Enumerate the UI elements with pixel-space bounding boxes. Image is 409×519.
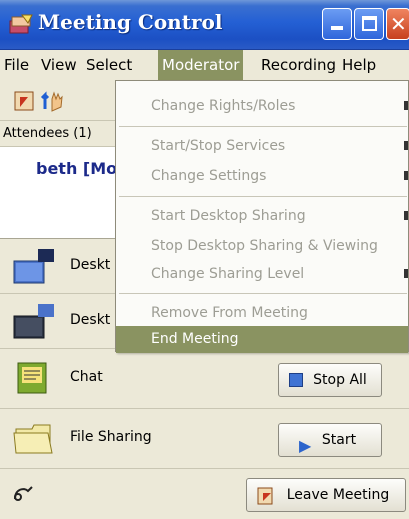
menu-select[interactable]: Select <box>82 50 136 80</box>
maximize-button[interactable] <box>354 8 384 40</box>
close-button[interactable]: ✕ <box>386 8 409 40</box>
menu-item-change-sharing-level[interactable]: Change Sharing Level <box>116 259 408 289</box>
menu-view[interactable]: View <box>37 50 81 80</box>
menu-separator <box>119 196 407 197</box>
menu-item-change-rights-roles[interactable]: Change Rights/Roles <box>116 91 408 121</box>
menu-item-remove-from-meeting[interactable]: Remove From Meeting <box>116 298 408 328</box>
raise-hand-icon[interactable] <box>40 89 64 113</box>
minimize-button[interactable] <box>322 8 352 40</box>
stop-all-button[interactable]: Stop All <box>278 363 382 397</box>
submenu-arrow-icon <box>404 171 408 180</box>
menu-item-change-settings[interactable]: Change Settings <box>116 161 408 191</box>
leave-icon <box>257 487 273 505</box>
service-label: Deskt <box>70 257 111 273</box>
submenu-arrow-icon <box>404 141 408 150</box>
menu-moderator[interactable]: Moderator <box>158 50 244 80</box>
moderator-menu: Change Rights/Roles Start/Stop Services … <box>115 80 409 353</box>
menu-item-end-meeting[interactable]: End Meeting <box>116 326 408 353</box>
leave-meeting-button[interactable]: Leave Meeting <box>246 478 406 512</box>
menu-item-start-desktop-sharing[interactable]: Start Desktop Sharing <box>116 201 408 231</box>
app-icon <box>9 14 33 34</box>
folder-icon <box>13 424 53 454</box>
connection-icon <box>14 486 33 501</box>
play-icon: ▶ <box>299 436 312 455</box>
presenter-icon[interactable] <box>12 89 36 113</box>
start-button[interactable]: ▶ Start <box>278 423 382 457</box>
service-row-chat: Chat Stop All <box>0 349 409 409</box>
status-bar: Leave Meeting <box>0 469 409 519</box>
menu-separator <box>119 126 407 127</box>
minimize-icon <box>331 26 343 30</box>
submenu-arrow-icon <box>404 269 408 278</box>
service-label: Chat <box>70 369 103 385</box>
title-bar: Meeting Control ✕ <box>0 0 409 50</box>
menu-recording[interactable]: Recording <box>257 50 340 80</box>
menu-item-stop-desktop-sharing[interactable]: Stop Desktop Sharing & Viewing <box>116 231 408 261</box>
maximize-icon <box>362 16 377 31</box>
desktop-view-icon <box>13 304 54 339</box>
menu-item-start-stop-services[interactable]: Start/Stop Services <box>116 131 408 161</box>
service-label: Deskt <box>70 312 111 328</box>
menu-file[interactable]: File <box>0 50 33 80</box>
close-icon: ✕ <box>390 12 407 36</box>
submenu-arrow-icon <box>404 211 408 220</box>
window-title: Meeting Control <box>38 10 223 34</box>
stop-icon <box>289 373 303 387</box>
service-row-file-sharing: File Sharing ▶ Start <box>0 409 409 469</box>
desktop-share-icon <box>13 249 54 284</box>
menu-separator <box>119 293 407 294</box>
chat-icon <box>17 362 47 394</box>
attendee-name[interactable]: beth [Mo <box>36 159 117 178</box>
service-label: File Sharing <box>70 429 152 445</box>
menu-bar: File View Select Moderator Recording Hel… <box>0 50 409 80</box>
menu-help[interactable]: Help <box>338 50 380 80</box>
submenu-arrow-icon <box>404 101 408 110</box>
